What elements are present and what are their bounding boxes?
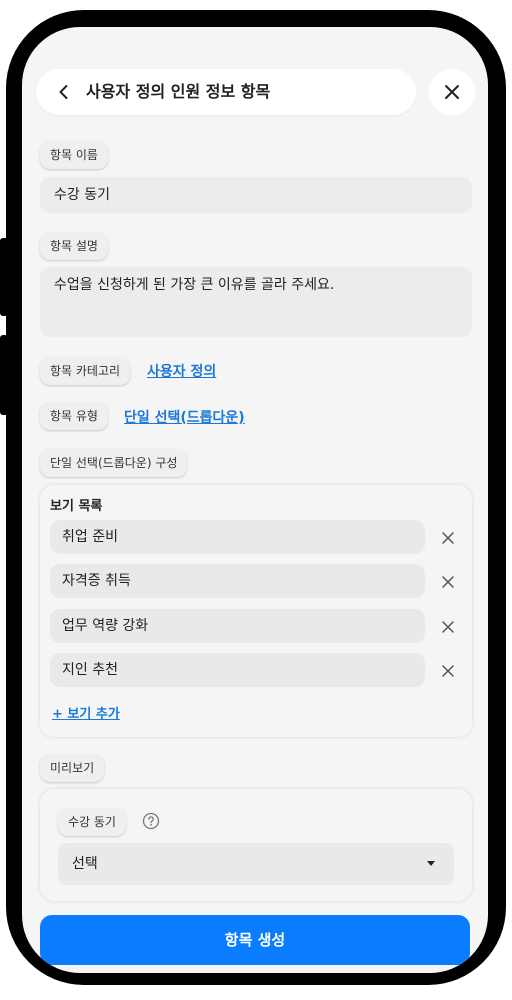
- item-description-textarea[interactable]: 수업을 신청하게 된 가장 큰 이유를 골라 주세요.: [40, 267, 472, 337]
- remove-option-icon[interactable]: [440, 574, 456, 590]
- close-icon: [445, 85, 459, 99]
- preview-select[interactable]: 선택: [58, 843, 454, 885]
- volume-down-button: [0, 335, 8, 415]
- remove-option-icon[interactable]: [440, 663, 456, 679]
- option-item[interactable]: 자격증 취득: [50, 564, 425, 598]
- close-button[interactable]: [429, 69, 475, 115]
- caret-down-icon: [427, 861, 435, 866]
- item-category-label: 항목 카테고리: [40, 357, 131, 385]
- item-type-link[interactable]: 단일 선택(드롭다운): [124, 407, 245, 427]
- back-icon[interactable]: [54, 82, 74, 102]
- item-name-input[interactable]: 수강 동기: [40, 177, 472, 213]
- preview-field-label: 수강 동기: [58, 808, 126, 836]
- option-item[interactable]: 지인 추천: [50, 653, 425, 687]
- preview-select-value: 선택: [72, 856, 98, 872]
- item-name-label: 항목 이름: [40, 141, 108, 169]
- create-item-button[interactable]: 항목 생성: [40, 915, 470, 965]
- add-option-button[interactable]: + 보기 추가: [52, 703, 120, 722]
- help-icon[interactable]: [142, 812, 160, 830]
- option-item[interactable]: 업무 역량 강화: [50, 609, 425, 643]
- remove-option-icon[interactable]: [440, 530, 456, 546]
- options-list-title: 보기 목록: [50, 499, 103, 514]
- item-description-label: 항목 설명: [40, 232, 108, 260]
- volume-up-button: [0, 238, 8, 316]
- item-type-label: 항목 유형: [40, 402, 108, 430]
- option-item[interactable]: 취업 준비: [50, 520, 425, 554]
- item-category-link[interactable]: 사용자 정의: [147, 361, 216, 381]
- remove-option-icon[interactable]: [440, 619, 456, 635]
- config-section-label: 단일 선택(드롭다운) 구성: [40, 449, 188, 477]
- app-screen: 사용자 정의 인원 정보 항목 항목 이름 수강 동기 항목 설명 수업을 신청…: [22, 27, 488, 973]
- preview-section-label: 미리보기: [40, 754, 105, 782]
- header-bar: 사용자 정의 인원 정보 항목: [36, 69, 416, 115]
- page-title: 사용자 정의 인원 정보 항목: [86, 82, 271, 101]
